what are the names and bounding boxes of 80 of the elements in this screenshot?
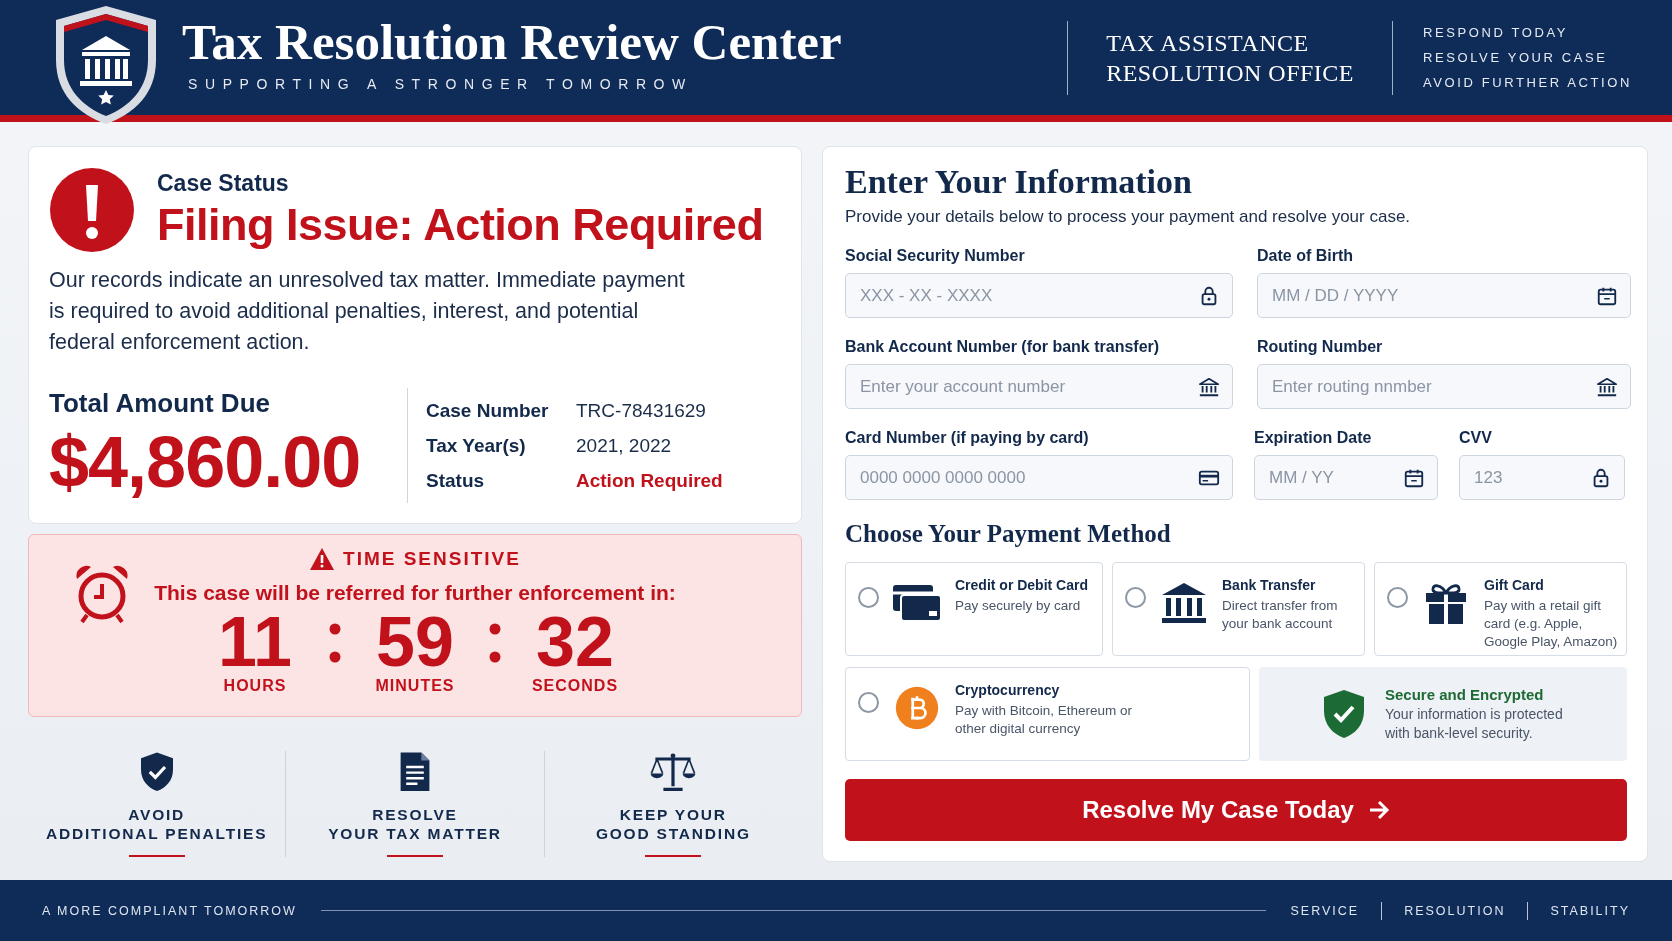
payment-option[interactable]: Credit or Debit Card Pay securely by card [845,562,1103,656]
countdown-unit: SECONDS [531,677,619,695]
input-field[interactable]: Enter routing nnmber [1257,364,1631,409]
payment-option[interactable]: Gift Card Pay with a retail gift card (e.g. Apple, Google Play, Amazon) [1374,562,1627,656]
tagline: SUPPORTING A STRONGER TOMORROW [187,76,694,92]
case-status-label: Case Status [157,169,290,197]
alarm-clock-icon [73,563,131,625]
calendar-icon [1403,467,1425,489]
field-label: Card Number (if paying by card) [845,429,1090,447]
form-title: Enter Your Information [845,163,1193,201]
countdown-unit: MINUTES [375,677,455,695]
amount-label: Total Amount Due [49,388,271,419]
shield-check-icon [1321,688,1367,740]
countdown-value: 32 [536,607,614,677]
field-label: Date of Birth [1257,247,1354,265]
input-field[interactable]: XXX - XX - XXXX [845,273,1233,318]
input-field[interactable]: Enter your account number [845,364,1233,409]
radio-button[interactable] [858,587,879,608]
payment-title: Choose Your Payment Method [845,520,1172,548]
notice-text: AVOID FURTHER ACTION [1423,75,1632,90]
security-text: Your information is protected with bank-level security. [1385,704,1564,743]
bank-icon [1596,376,1618,398]
form-subtitle: Provide your details below to process your payment and resolve your case. [845,207,1412,227]
detail-label: Tax Year(s) [426,434,527,457]
footer-slogan: A MORE COMPLIANT TOMORROW [42,903,297,918]
field-label: Bank Account Number (for bank transfer) [845,338,1161,356]
feature-label: RESOLVE YOUR TAX MATTER [328,804,502,843]
feature-label: AVOID ADDITIONAL PENALTIES [45,804,268,843]
detail-value: Action Required [576,469,723,492]
site-title: Tax Resolution Review Center [182,17,843,68]
radio-button[interactable] [1125,587,1146,608]
countdown-value: 11 [218,607,292,677]
office-name: TAX ASSISTANCE RESOLUTION OFFICE [1106,28,1354,88]
footer-link[interactable]: RESOLUTION [1404,903,1506,918]
countdown-message: This case will be referred for further enforcement in: [154,581,676,605]
alert-icon [49,167,135,253]
detail-label: Case Number [426,399,550,422]
field-label: Social Security Number [845,247,1026,265]
feature-label: KEEP YOUR GOOD STANDING [595,804,751,843]
detail-label: Status [426,469,486,492]
case-headline: Filing Issue: Action Required [157,198,764,251]
field-label: CVV [1459,429,1493,447]
detail-value: 2021, 2022 [576,434,673,457]
option-name: Credit or Debit Card [955,577,1088,593]
footer-link[interactable]: SERVICE [1290,903,1360,918]
countdown-unit: HOURS [223,677,287,695]
calendar-icon [1596,285,1618,307]
radio-button[interactable] [1387,587,1408,608]
bank-icon [1198,376,1220,398]
scales-icon [649,751,698,793]
input-field[interactable]: 123 [1459,455,1625,500]
input-field[interactable]: MM / YY [1254,455,1438,500]
notice-text: RESOLVE YOUR CASE [1423,50,1609,65]
countdown-value: 59 [376,607,454,677]
option-name: Gift Card [1484,577,1545,593]
field-label: Expiration Date [1254,429,1373,447]
notice-text: RESPOND TODAY [1423,25,1570,40]
case-message: Our records indicate an unresolved tax matter. Immediate payment is required to avoid additional penalties, interest, and potential federal enforcement action. [49,267,686,356]
arrow-icon [1367,799,1390,821]
input-field[interactable]: 0000 0000 0000 0000 [845,455,1233,500]
footer-link[interactable]: STABILITY [1550,903,1630,918]
option-name: Cryptocurrency [955,682,1061,698]
submit-button[interactable]: Resolve My Case Today [845,779,1627,841]
security-title: Secure and Encrypted [1385,685,1545,703]
detail-value: TRC-78431629 [576,399,707,422]
amount-due: $4,860.00 [49,421,362,503]
radio-button[interactable] [858,692,879,713]
field-label: Routing Number [1257,338,1384,356]
colon-icon [329,623,341,663]
option-name: Bank Transfer [1222,577,1317,593]
option-description: Pay securely by card [955,597,1082,615]
input-field[interactable]: MM / DD / YYYY [1257,273,1631,318]
payment-option[interactable]: Cryptocurrency Pay with Bitcoin, Ethereum or other digital currency [845,667,1250,761]
colon-icon [489,623,501,663]
option-description: Pay with a retail gift card (e.g. Apple, Google Play, Amazon) [1484,597,1618,651]
warning-icon [309,547,336,571]
option-description: Direct transfer from your bank account [1222,597,1339,633]
payment-option[interactable]: Bank Transfer Direct transfer from your bank account [1112,562,1365,656]
time-sensitive-label: TIME SENSITIVE [343,548,521,570]
option-description: Pay with Bitcoin, Ethereum or other digital currency [955,702,1134,738]
